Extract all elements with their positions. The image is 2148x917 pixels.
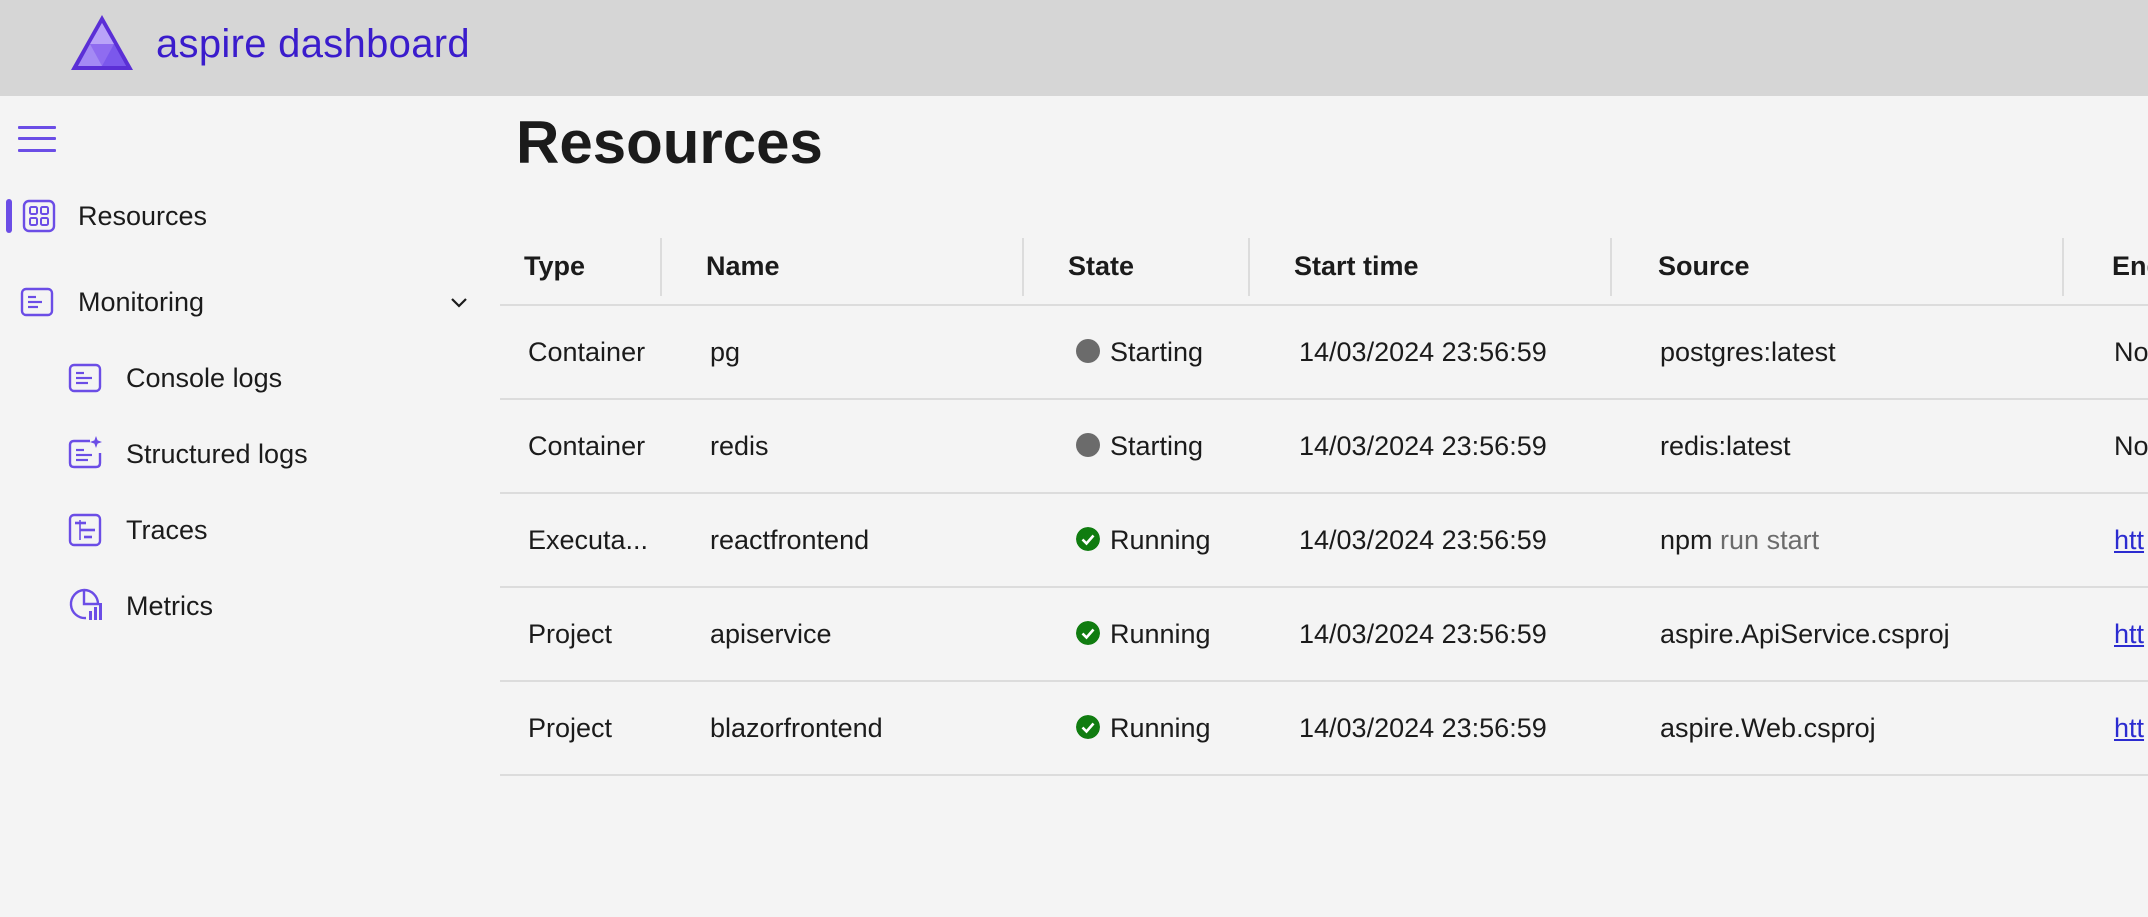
console-logs-icon — [68, 363, 102, 393]
column-resize-handle[interactable] — [2062, 238, 2064, 296]
top-bar: aspire dashboard — [0, 0, 2148, 96]
column-header-name[interactable]: Name — [706, 228, 780, 304]
column-header-endpoints[interactable]: End — [2112, 228, 2148, 304]
start-time-cell: 14/03/2024 23:56:59 — [1299, 337, 1547, 367]
state-cell: Starting — [1110, 431, 1204, 461]
starting-status-icon — [1076, 433, 1100, 457]
resources-grid-icon — [22, 199, 56, 233]
source-cell: postgres:latest — [1660, 337, 1836, 367]
running-check-icon — [1076, 621, 1100, 645]
resources-table: Type Name State Start time Source End Co… — [500, 228, 2148, 776]
column-header-type[interactable]: Type — [524, 228, 585, 304]
running-check-icon — [1076, 715, 1100, 739]
metrics-icon — [69, 588, 102, 620]
name-cell: blazorfrontend — [710, 713, 883, 743]
state-cell: Running — [1110, 619, 1211, 649]
page-title: Resources — [516, 109, 823, 176]
app-title[interactable]: aspire dashboard — [156, 22, 470, 67]
type-cell: Container — [528, 337, 646, 367]
sidebar-item-label: Traces — [126, 515, 208, 545]
sidebar-item-label: Console logs — [126, 363, 283, 393]
start-time-cell: 14/03/2024 23:56:59 — [1299, 619, 1547, 649]
source-command: npm — [1660, 525, 1713, 555]
traces-icon — [68, 513, 102, 547]
endpoint-link[interactable]: htt — [2114, 494, 2144, 586]
starting-status-icon — [1076, 339, 1100, 363]
menu-toggle-icon[interactable] — [18, 124, 56, 154]
source-cell: npm run start — [1660, 494, 1819, 586]
source-cell: redis:latest — [1660, 431, 1791, 461]
sidebar-item-label: Resources — [78, 201, 208, 231]
table-row[interactable]: Container redis Starting 14/03/2024 23:5… — [500, 400, 2148, 494]
endpoints-cell: No — [2114, 337, 2148, 367]
sidebar-item-console-logs[interactable]: Console logs — [0, 347, 500, 409]
table-row[interactable]: Executa... reactfrontend Running 14/03/2… — [500, 494, 2148, 588]
column-resize-handle[interactable] — [660, 238, 662, 296]
sidebar-item-label: Monitoring — [78, 287, 205, 317]
state-cell: Starting — [1110, 337, 1204, 367]
sidebar-item-structured-logs[interactable]: Structured logs — [0, 423, 500, 485]
name-cell: redis — [710, 431, 769, 461]
sidebar-item-metrics[interactable]: Metrics — [0, 575, 500, 637]
column-header-state[interactable]: State — [1068, 228, 1134, 304]
state-cell: Running — [1110, 713, 1211, 743]
start-time-cell: 14/03/2024 23:56:59 — [1299, 713, 1547, 743]
table-row[interactable]: Container pg Starting 14/03/2024 23:56:5… — [500, 306, 2148, 400]
sidebar-item-label: Structured logs — [126, 439, 308, 469]
column-header-start-time[interactable]: Start time — [1294, 228, 1419, 304]
source-arguments: run start — [1720, 525, 1820, 555]
table-header: Type Name State Start time Source End — [500, 228, 2148, 306]
column-resize-handle[interactable] — [1022, 238, 1024, 296]
table-row[interactable]: Project apiservice Running 14/03/2024 23… — [500, 588, 2148, 682]
main-content: Resources Type Name State Start time Sou… — [500, 96, 2148, 917]
source-cell: aspire.ApiService.csproj — [1660, 619, 1950, 649]
sidebar-item-resources[interactable]: Resources — [0, 185, 500, 247]
state-cell: Running — [1110, 525, 1211, 555]
source-cell: aspire.Web.csproj — [1660, 713, 1876, 743]
column-resize-handle[interactable] — [1248, 238, 1250, 296]
name-cell: reactfrontend — [710, 525, 870, 555]
sidebar-item-monitoring[interactable]: Monitoring — [0, 271, 500, 333]
type-cell: Container — [528, 431, 646, 461]
endpoint-link[interactable]: htt — [2114, 682, 2144, 774]
monitoring-icon — [20, 287, 54, 317]
endpoints-cell: No — [2114, 431, 2148, 461]
structured-logs-icon — [68, 436, 102, 469]
type-cell: Executa... — [528, 525, 649, 555]
sidebar-item-traces[interactable]: Traces — [0, 499, 500, 561]
sidebar-item-label: Metrics — [126, 591, 213, 621]
name-cell: pg — [710, 337, 741, 367]
running-check-icon — [1076, 527, 1100, 551]
active-indicator — [6, 199, 12, 233]
type-cell: Project — [528, 713, 613, 743]
start-time-cell: 14/03/2024 23:56:59 — [1299, 525, 1547, 555]
type-cell: Project — [528, 619, 613, 649]
column-header-source[interactable]: Source — [1658, 228, 1750, 304]
chevron-down-icon[interactable] — [448, 292, 470, 314]
name-cell: apiservice — [710, 619, 832, 649]
column-resize-handle[interactable] — [1610, 238, 1612, 296]
aspire-logo-icon[interactable] — [68, 12, 136, 74]
endpoint-link[interactable]: htt — [2114, 588, 2144, 680]
start-time-cell: 14/03/2024 23:56:59 — [1299, 431, 1547, 461]
table-row[interactable]: Project blazorfrontend Running 14/03/202… — [500, 682, 2148, 776]
